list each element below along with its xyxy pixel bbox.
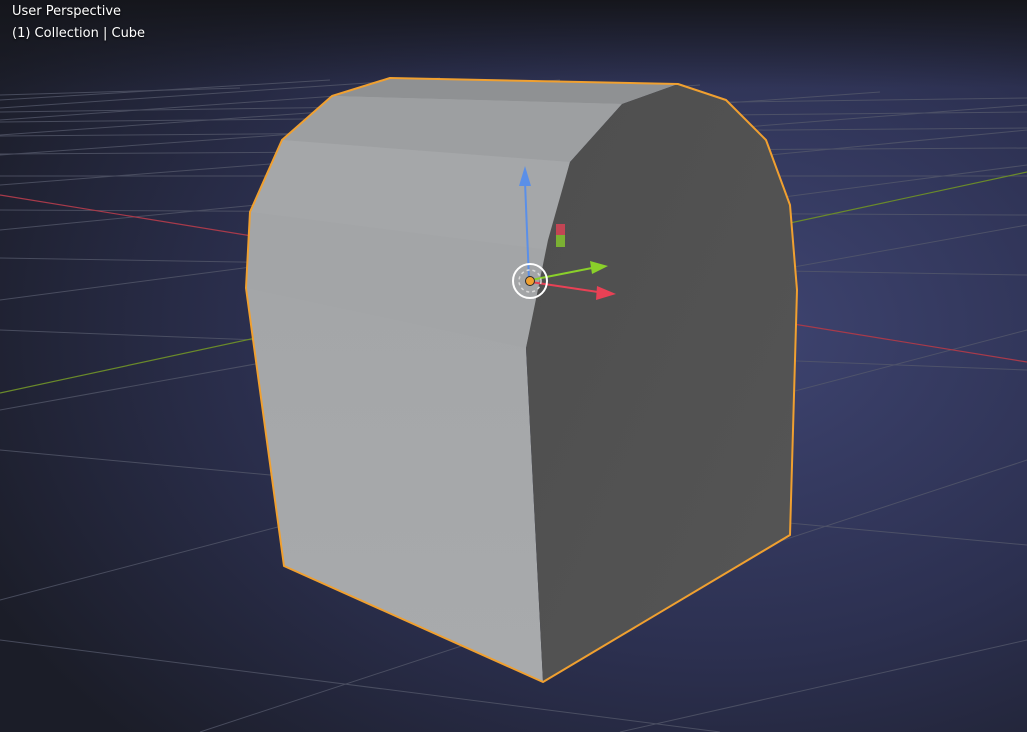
- 3d-viewport[interactable]: User Perspective (1) Collection | Cube: [0, 0, 1027, 732]
- collection-info-label: (1) Collection | Cube: [12, 26, 146, 41]
- viewport-canvas[interactable]: [0, 0, 1027, 732]
- gizmo-plane-handle-xz[interactable]: [556, 224, 565, 235]
- gizmo-plane-handle-yz[interactable]: [556, 235, 565, 247]
- view-name-label: User Perspective: [12, 4, 122, 19]
- origin-point-icon[interactable]: [525, 276, 535, 286]
